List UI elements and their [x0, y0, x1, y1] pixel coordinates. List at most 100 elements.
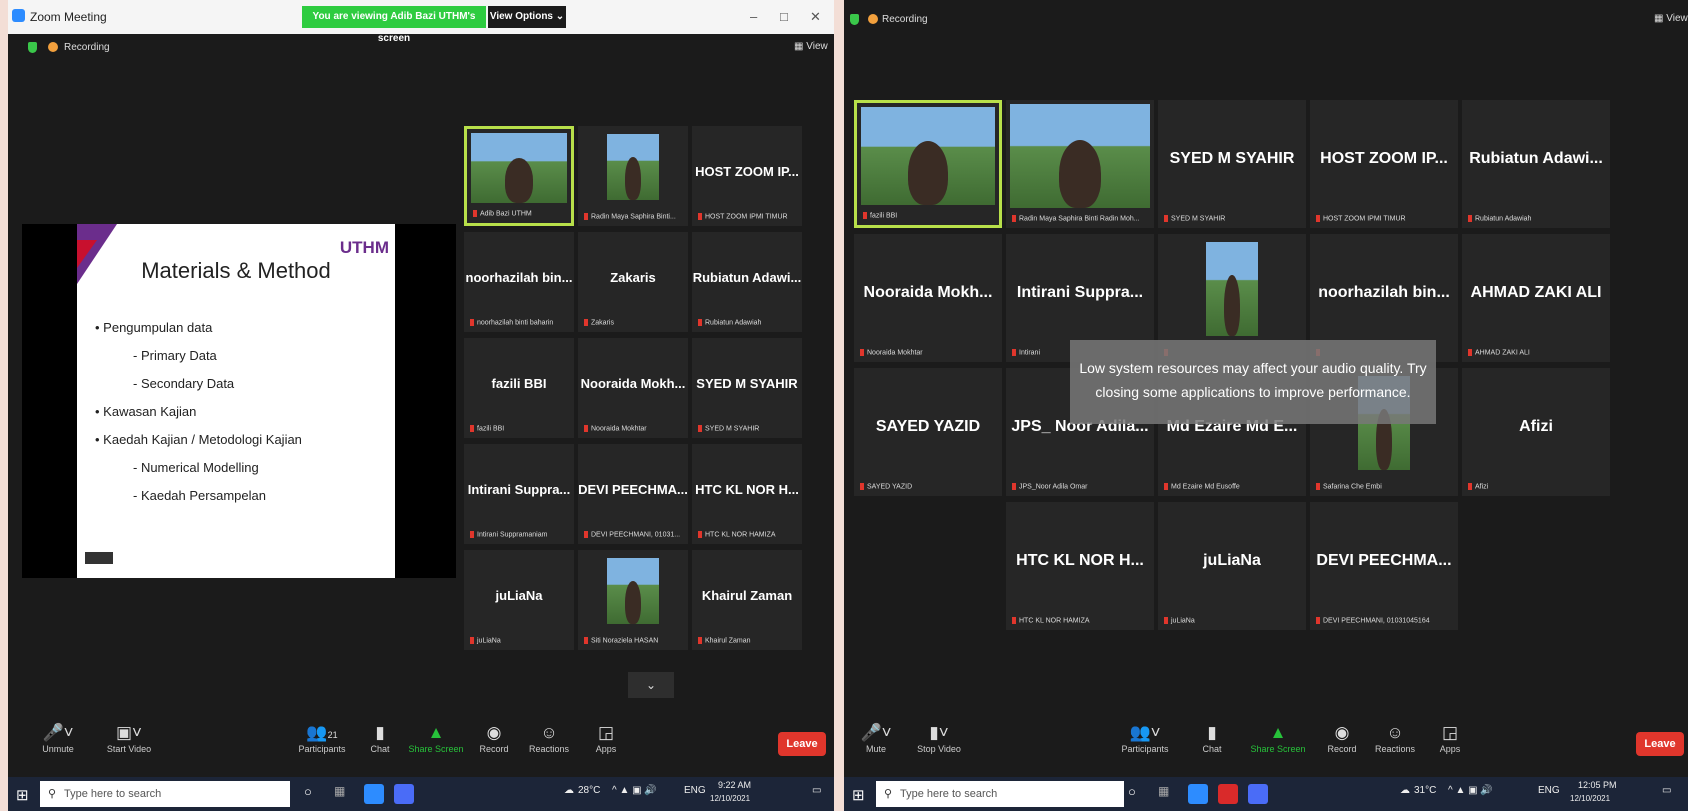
apps-icon: ◲ — [1441, 723, 1459, 742]
taskbar-app-icon[interactable] — [1188, 784, 1208, 804]
participants-button[interactable]: 👥21 Participants — [292, 722, 352, 754]
windows-taskbar: ⊞ ⚲ Type here to search ○ ▦ ☁ 28°C ^ ▲ ▣ … — [8, 777, 834, 811]
participant-tile[interactable]: HOST ZOOM IP... HOST ZOOM IPMI TIMUR — [1310, 100, 1458, 228]
language-indicator[interactable]: ENG — [1538, 785, 1560, 796]
zoom-taskbar-icon[interactable] — [1248, 784, 1268, 804]
participant-tile[interactable]: noorhazilah bin... noorhazilah binti baha… — [464, 232, 574, 332]
leave-button[interactable]: Leave — [1636, 732, 1684, 756]
participant-tile[interactable]: Adib Bazi UTHM — [464, 126, 574, 226]
reactions-button[interactable]: ☺ Reactions — [1370, 722, 1420, 754]
participant-tile[interactable]: Siti Noraziela HASAN — [578, 550, 688, 650]
tray-icons[interactable]: ^ ▲ ▣ 🔊 — [1448, 785, 1493, 796]
participant-tile[interactable]: Zakaris Zakaris — [578, 232, 688, 332]
record-button[interactable]: ◉ Record — [1320, 722, 1364, 754]
mic-icon: 🎤˅ — [860, 723, 892, 742]
unmute-button[interactable]: 🎤˅ Unmute — [28, 722, 88, 754]
participant-display-name: Rubiatun Adawi... — [692, 270, 802, 285]
stop-video-button[interactable]: ▮˅ Stop Video — [904, 722, 974, 754]
participant-name-text: JPS_Noor Adila Omar — [1019, 483, 1088, 490]
task-view-icon[interactable]: ○ — [304, 784, 324, 804]
chat-button[interactable]: ▮ Chat — [358, 722, 402, 754]
notifications-icon[interactable]: ▭ — [812, 785, 821, 796]
view-options-button[interactable]: View Options ⌄ — [488, 6, 566, 28]
reactions-button[interactable]: ☺ Reactions — [524, 722, 574, 754]
windows-start-icon[interactable]: ⊞ — [16, 786, 29, 804]
participant-tile[interactable]: Rubiatun Adawi... Rubiatun Adawiah — [1462, 100, 1610, 228]
participant-display-name: noorhazilah bin... — [465, 270, 573, 285]
participant-tile[interactable]: HOST ZOOM IP... HOST ZOOM IPMI TIMUR — [692, 126, 802, 226]
zoom-taskbar-icon[interactable] — [394, 784, 414, 804]
reactions-icon: ☺ — [1386, 723, 1404, 742]
participant-tile[interactable]: Nooraida Mokh... Nooraida Mokhtar — [854, 234, 1002, 362]
image-divider — [834, 0, 844, 811]
participant-tile[interactable]: SAYED YAZID SAYED YAZID — [854, 368, 1002, 496]
participant-display-name: Khairul Zaman — [701, 588, 793, 603]
participant-tile[interactable]: HTC KL NOR H... HTC KL NOR HAMIZA — [692, 444, 802, 544]
participant-display-name: DEVI PEECHMA... — [578, 482, 688, 497]
task-view-icon[interactable]: ○ — [1128, 784, 1148, 804]
clock-time[interactable]: 9:22 AM — [718, 780, 751, 790]
participant-tile[interactable]: SYED M SYAHIR SYED M SYAHIR — [1158, 100, 1306, 228]
taskbar-search-box[interactable]: ⚲ Type here to search — [40, 781, 290, 807]
security-shield-icon[interactable] — [850, 14, 859, 25]
participant-name-text: SAYED YAZID — [867, 483, 913, 490]
slide-sub-bullet: - Numerical Modelling — [133, 460, 259, 475]
participant-tile[interactable]: fazili BBI fazili BBI — [464, 338, 574, 438]
chat-button[interactable]: ▮ Chat — [1190, 722, 1234, 754]
apps-button[interactable]: ◲ Apps — [1430, 722, 1470, 754]
participant-tile[interactable]: DEVI PEECHMA... DEVI PEECHMANI, 01031... — [578, 444, 688, 544]
slide-sub-bullet: - Secondary Data — [133, 376, 235, 391]
participants-button[interactable]: 👥˅ Participants — [1110, 722, 1180, 754]
apps-icon: ◲ — [597, 723, 615, 742]
clock-time[interactable]: 12:05 PM — [1578, 780, 1617, 790]
record-button[interactable]: ◉ Record — [472, 722, 516, 754]
file-explorer-icon[interactable]: ▦ — [1158, 784, 1178, 804]
participant-tile[interactable]: SYED M SYAHIR SYED M SYAHIR — [692, 338, 802, 438]
participant-tile[interactable]: DEVI PEECHMA... DEVI PEECHMANI, 010310451… — [1310, 502, 1458, 630]
participant-tile[interactable]: fazili BBI — [854, 100, 1002, 228]
close-icon[interactable]: ✕ — [810, 9, 821, 25]
share-screen-button[interactable]: ▲ Share Screen — [406, 722, 466, 754]
tray-icons[interactable]: ^ ▲ ▣ 🔊 — [612, 785, 657, 796]
mute-button[interactable]: 🎤˅ Mute — [846, 722, 906, 754]
minimize-icon[interactable]: – — [750, 9, 757, 24]
share-screen-button[interactable]: ▲ Share Screen — [1248, 722, 1308, 754]
participant-tile[interactable]: AHMAD ZAKI ALI AHMAD ZAKI ALI — [1462, 234, 1610, 362]
participant-name-text: juLiaNa — [477, 637, 501, 644]
clock-date[interactable]: 12/10/2021 — [1570, 794, 1610, 803]
maximize-icon[interactable]: □ — [780, 9, 788, 24]
meeting-toolbar: 🎤˅ Unmute ▣˅ Start Video 👥21 Participant… — [8, 714, 834, 776]
participant-tile[interactable]: juLiaNa juLiaNa — [1158, 502, 1306, 630]
taskbar-app-icon[interactable] — [364, 784, 384, 804]
gallery-next-page-button[interactable]: ⌄ — [628, 672, 674, 698]
participant-tile[interactable]: Rubiatun Adawi... Rubiatun Adawiah — [692, 232, 802, 332]
view-label: View — [1666, 13, 1688, 24]
participant-tile[interactable]: Afizi Afizi — [1462, 368, 1610, 496]
apps-button[interactable]: ◲ Apps — [586, 722, 626, 754]
participant-tile[interactable]: HTC KL NOR H... HTC KL NOR HAMIZA — [1006, 502, 1154, 630]
participant-name-text: Intirani Suppramaniam — [477, 531, 548, 538]
language-indicator[interactable]: ENG — [684, 785, 706, 796]
windows-start-icon[interactable]: ⊞ — [852, 786, 865, 804]
pdf-reader-icon[interactable] — [1218, 784, 1238, 804]
view-button[interactable]: ▦ View — [794, 41, 828, 52]
muted-mic-icon — [1012, 616, 1016, 624]
start-video-button[interactable]: ▣˅ Start Video — [94, 722, 164, 754]
security-shield-icon[interactable] — [28, 42, 37, 53]
taskbar-search-box[interactable]: ⚲ Type here to search — [876, 781, 1124, 807]
file-explorer-icon[interactable]: ▦ — [334, 784, 354, 804]
clock-date[interactable]: 12/10/2021 — [710, 794, 750, 803]
participant-tile[interactable]: Radin Maya Saphira Binti... — [578, 126, 688, 226]
participant-tile[interactable]: Radin Maya Saphira Binti Radin Moh... — [1006, 100, 1154, 228]
notifications-icon[interactable]: ▭ — [1662, 785, 1671, 796]
slide-sub-bullet: - Primary Data — [133, 348, 217, 363]
participant-tile[interactable]: Khairul Zaman Khairul Zaman — [692, 550, 802, 650]
participant-tile[interactable]: Intirani Suppra... Intirani Suppramaniam — [464, 444, 574, 544]
viewing-screen-banner: You are viewing Adib Bazi UTHM's screen — [302, 6, 486, 44]
participant-tile[interactable]: juLiaNa juLiaNa — [464, 550, 574, 650]
leave-button[interactable]: Leave — [778, 732, 826, 756]
view-label: View — [806, 41, 828, 52]
participants-count: 21 — [327, 730, 338, 740]
participant-tile[interactable]: Nooraida Mokh... Nooraida Mokhtar — [578, 338, 688, 438]
view-button[interactable]: ▦ View — [1654, 13, 1688, 24]
